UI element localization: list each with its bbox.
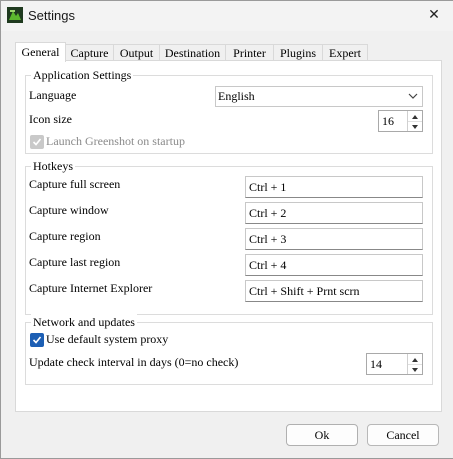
icon-size-value: 16 [382,114,394,128]
group-legend: Hotkeys [31,158,75,174]
ok-button[interactable]: Ok [286,424,358,446]
tab-destination[interactable]: Destination [159,44,226,61]
stepper-down-button[interactable] [408,121,422,131]
settings-window: Settings ✕ General Capture Output Destin… [0,0,453,459]
update-interval-value: 14 [370,357,382,371]
greenshot-app-icon [7,7,23,23]
arrow-down-icon [412,125,418,129]
tab-general[interactable]: General [15,42,66,62]
stepper-buttons [407,354,422,374]
hotkey-internet-explorer-field[interactable]: Ctrl + Shift + Prnt scrn [245,280,423,302]
hotkey-last-region-field[interactable]: Ctrl + 4 [245,254,423,276]
hotkey-value: Ctrl + Shift + Prnt scrn [249,284,360,298]
network-updates-group: Network and updates Use default system p… [25,314,433,385]
title-bar: Settings ✕ [1,1,453,31]
chevron-down-icon [408,93,418,99]
tab-label: Plugins [279,46,316,60]
launch-on-startup-checkbox[interactable] [30,135,44,149]
tab-output[interactable]: Output [113,44,160,61]
hotkey-value: Ctrl + 4 [249,258,287,272]
close-button[interactable]: ✕ [419,3,449,27]
hotkey-label: Capture full screen [29,177,121,191]
checkmark-icon [32,138,42,146]
hotkey-region-field[interactable]: Ctrl + 3 [245,228,423,250]
window-title: Settings [28,8,75,23]
tab-printer[interactable]: Printer [225,44,274,61]
launch-on-startup-label: Launch Greenshot on startup [46,134,185,148]
tab-label: Destination [164,46,221,60]
application-settings-group: Application Settings Language English Ic… [25,67,433,154]
default-proxy-checkbox[interactable] [30,333,44,347]
hotkey-label: Capture region [29,229,101,243]
group-legend: Application Settings [31,67,134,83]
hotkey-label: Capture Internet Explorer [29,281,153,295]
icon-size-label: Icon size [29,112,72,126]
language-label: Language [29,88,77,102]
group-legend: Network and updates [31,314,137,330]
stepper-down-button[interactable] [408,364,422,374]
tab-panel-general: Application Settings Language English Ic… [15,60,442,412]
hotkeys-group: Hotkeys Capture full screen Ctrl + 1 Cap… [25,158,433,315]
hotkey-full-screen-field[interactable]: Ctrl + 1 [245,176,423,198]
tab-label: Printer [233,46,266,60]
hotkey-value: Ctrl + 1 [249,180,287,194]
language-dropdown[interactable]: English [215,86,423,107]
update-interval-label: Update check interval in days (0=no chec… [29,355,239,369]
language-value: English [218,89,255,103]
tab-label: General [21,45,60,59]
hotkey-value: Ctrl + 2 [249,206,287,220]
default-proxy-label: Use default system proxy [46,332,169,346]
hotkey-value: Ctrl + 3 [249,232,287,246]
hotkey-window-field[interactable]: Ctrl + 2 [245,202,423,224]
cancel-button[interactable]: Cancel [367,424,439,446]
stepper-buttons [407,111,422,131]
checkmark-icon [32,336,42,344]
tab-label: Expert [329,46,361,60]
tab-plugins[interactable]: Plugins [273,44,323,61]
tab-capture[interactable]: Capture [65,44,114,61]
tab-label: Capture [70,46,109,60]
arrow-down-icon [412,368,418,372]
tab-expert[interactable]: Expert [322,44,368,61]
tab-label: Output [119,46,154,60]
close-icon: ✕ [428,7,440,23]
update-interval-stepper[interactable]: 14 [366,353,423,375]
hotkey-label: Capture window [29,203,109,217]
hotkey-label: Capture last region [29,255,121,269]
icon-size-stepper[interactable]: 16 [378,110,423,132]
